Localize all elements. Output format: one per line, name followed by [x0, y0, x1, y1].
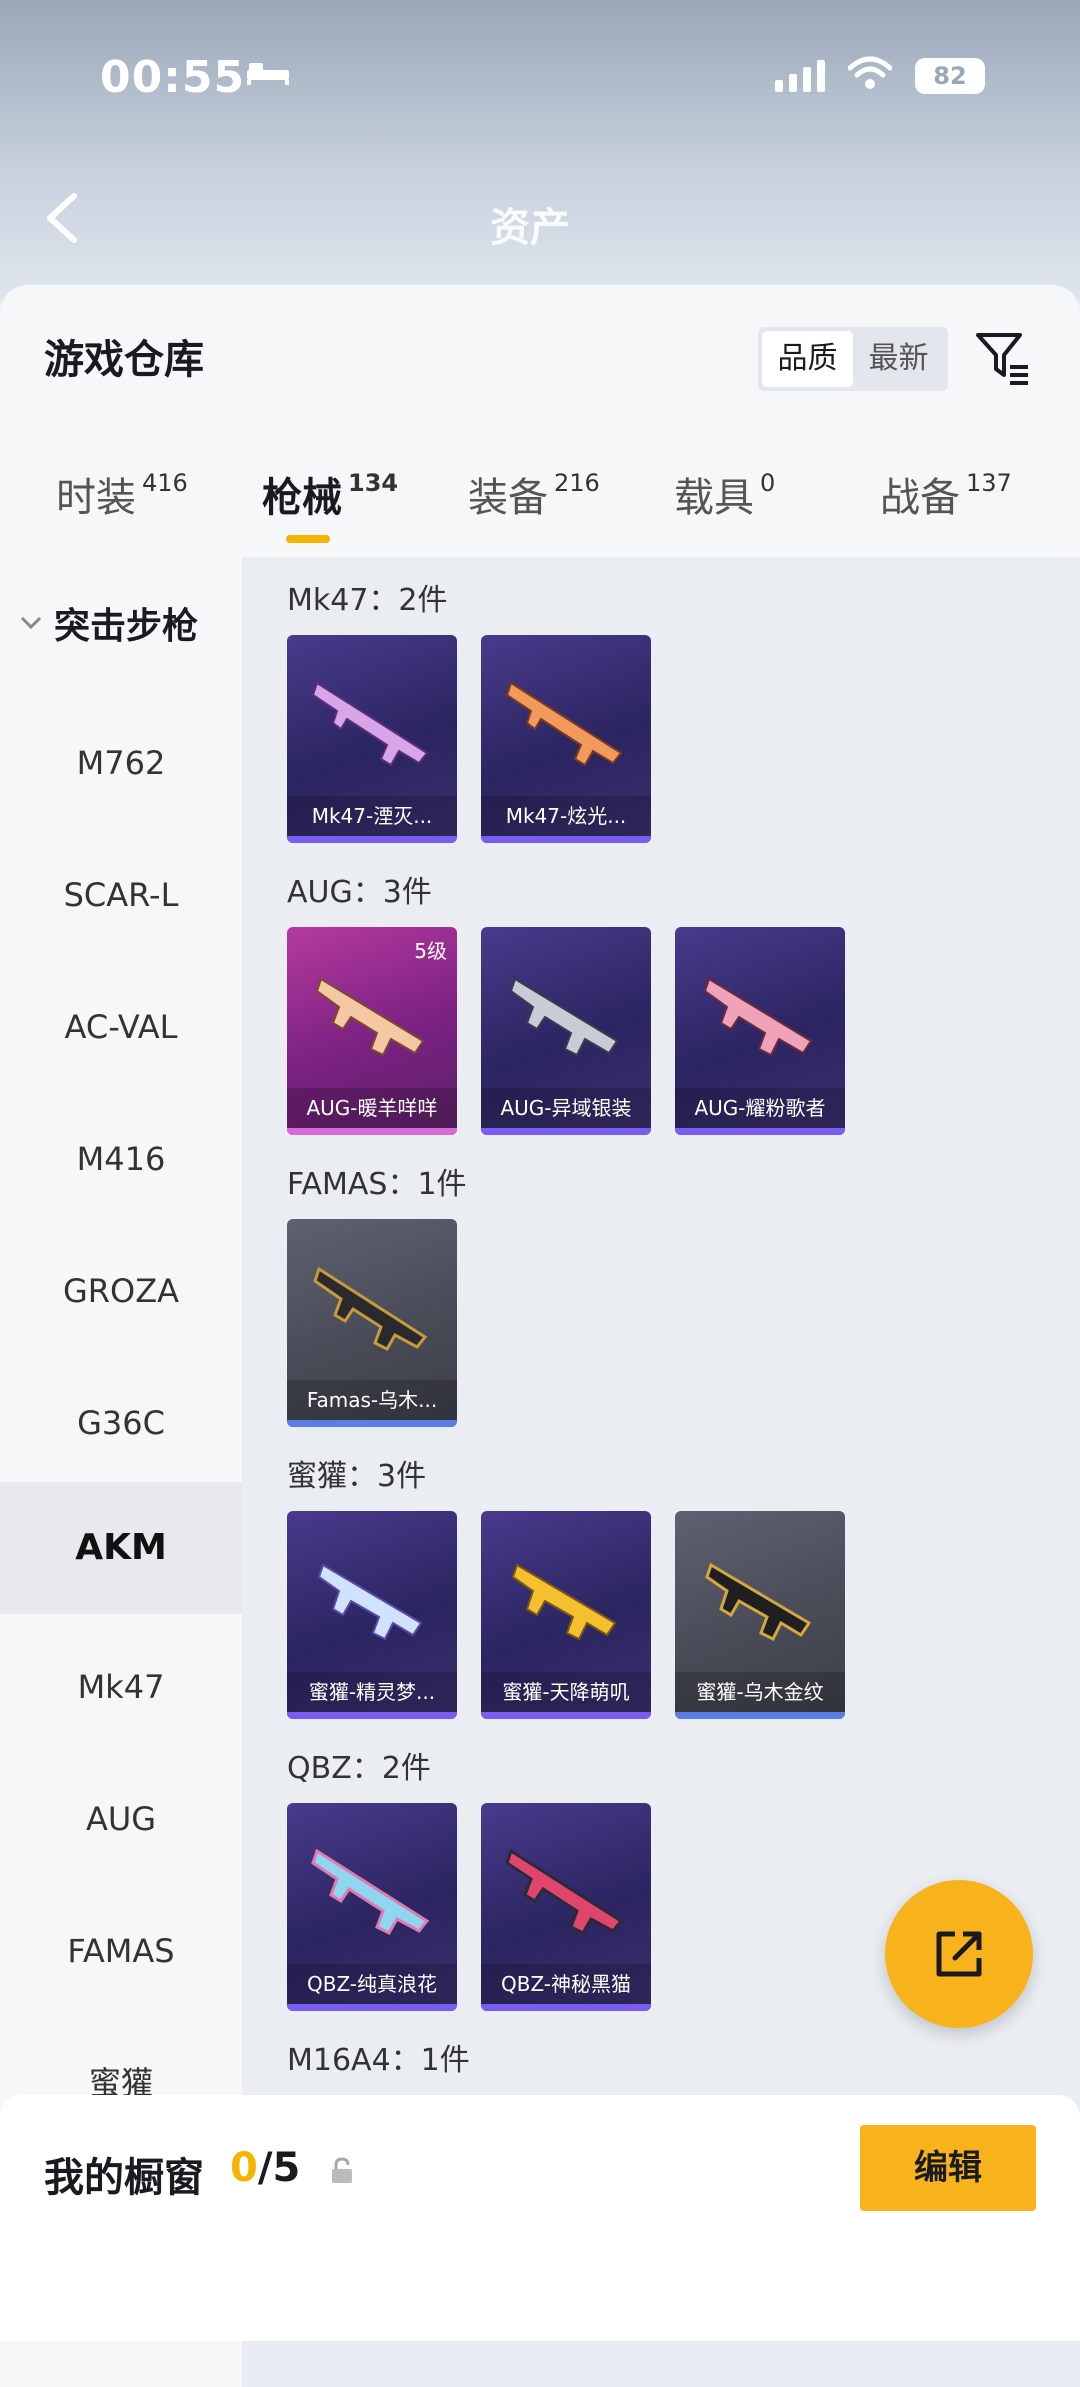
sidebar-item-mk47[interactable]: Mk47 — [0, 1657, 242, 1717]
sidebar-item-m416[interactable]: M416 — [0, 1129, 242, 1189]
rifle-icon — [313, 1266, 428, 1351]
rifle-icon — [505, 1848, 624, 1935]
tab-battle-gear[interactable]: 战备 137 — [880, 465, 1012, 523]
skin-card[interactable]: AUG-耀粉歌者 — [675, 927, 845, 1135]
section-title-m16a4: M16A4：1件 — [287, 2043, 470, 2078]
sidebar-item-akm[interactable]: AKM — [0, 1482, 242, 1614]
section-title-mk47: Mk47：2件 — [287, 583, 448, 618]
sidebar-item-scar-l[interactable]: SCAR-L — [0, 865, 242, 925]
sidebar-item-ac-val[interactable]: AC-VAL — [0, 997, 242, 1057]
share-button[interactable] — [885, 1880, 1033, 2028]
skin-card[interactable]: 蜜獾-乌木金纹 — [675, 1511, 845, 1719]
sidebar-item-g36c[interactable]: G36C — [0, 1393, 242, 1453]
sort-toggle: 品质 最新 — [758, 327, 948, 391]
rifle-icon — [311, 681, 429, 767]
tab-fashion[interactable]: 时装 416 — [56, 465, 188, 523]
category-tabs: 时装 416 枪械 134 装备 216 载具 0 战备 137 — [0, 465, 1080, 545]
sort-option-newest[interactable]: 最新 — [853, 331, 944, 387]
showcase-count: 0/5 — [230, 2145, 301, 2191]
section-title-honey-badger: 蜜獾：3件 — [287, 1459, 427, 1494]
sidebar-item-aug[interactable]: AUG — [0, 1789, 242, 1849]
lock-icon — [332, 2157, 352, 2183]
sidebar-group-assault-rifles[interactable]: 突击步枪 — [20, 597, 198, 649]
battery-indicator: 82 — [915, 58, 985, 94]
section-title-aug: AUG：3件 — [287, 875, 432, 910]
share-icon — [936, 1931, 982, 1977]
rifle-icon — [505, 681, 623, 767]
rifle-icon — [511, 1563, 617, 1641]
skin-card[interactable]: 蜜獾-天降萌叽 — [481, 1511, 651, 1719]
skin-card[interactable]: Mk47-炫光... — [481, 635, 651, 843]
skin-card[interactable]: AUG-异域银装 — [481, 927, 651, 1135]
status-bar: 00:55 82 资产 — [0, 0, 1080, 251]
skin-card[interactable]: Famas-乌木... — [287, 1219, 457, 1427]
rifle-icon — [509, 977, 619, 1057]
rifle-icon — [315, 977, 425, 1057]
edit-button[interactable]: 编辑 — [860, 2125, 1036, 2211]
skin-card[interactable]: 5级 AUG-暖羊咩咩 — [287, 927, 457, 1135]
skin-card[interactable]: Mk47-湮灭... — [287, 635, 457, 843]
tab-equipment[interactable]: 装备 216 — [468, 465, 600, 523]
filter-icon[interactable] — [974, 329, 1032, 385]
sidebar-item-famas[interactable]: FAMAS — [0, 1921, 242, 1981]
clock: 00:55 — [100, 52, 246, 103]
back-arrow-icon[interactable] — [40, 190, 86, 246]
chevron-down-icon — [20, 616, 42, 630]
rifle-icon — [705, 1562, 812, 1642]
rifle-icon — [317, 1563, 423, 1641]
wifi-icon — [848, 56, 892, 89]
rifle-icon — [311, 1848, 430, 1935]
sort-option-quality[interactable]: 品质 — [762, 331, 853, 387]
section-title-famas: FAMAS：1件 — [287, 1167, 467, 1202]
section-title-qbz: QBZ：2件 — [287, 1751, 431, 1786]
sidebar-item-groza[interactable]: GROZA — [0, 1261, 242, 1321]
rifle-icon — [703, 977, 813, 1057]
cellular-signal-icon — [775, 58, 825, 92]
skin-card[interactable]: QBZ-神秘黑猫 — [481, 1803, 651, 2011]
page-title: 游戏仓库 — [44, 337, 204, 383]
sidebar-item-m762[interactable]: M762 — [0, 733, 242, 793]
showcase-label: 我的橱窗 — [44, 2155, 204, 2201]
tab-firearms[interactable]: 枪械 134 — [262, 465, 398, 543]
showcase-bar: 我的橱窗 0/5 编辑 — [0, 2095, 1080, 2341]
active-tab-indicator — [286, 535, 330, 543]
tab-vehicles[interactable]: 载具 0 — [674, 465, 775, 523]
skin-card[interactable]: QBZ-纯真浪花 — [287, 1803, 457, 2011]
bed-icon — [247, 63, 289, 85]
sheet-header: 游戏仓库 品质 最新 — [0, 285, 1080, 395]
skin-card[interactable]: 蜜獾-精灵梦... — [287, 1511, 457, 1719]
screen-title: 资产 — [490, 205, 570, 251]
